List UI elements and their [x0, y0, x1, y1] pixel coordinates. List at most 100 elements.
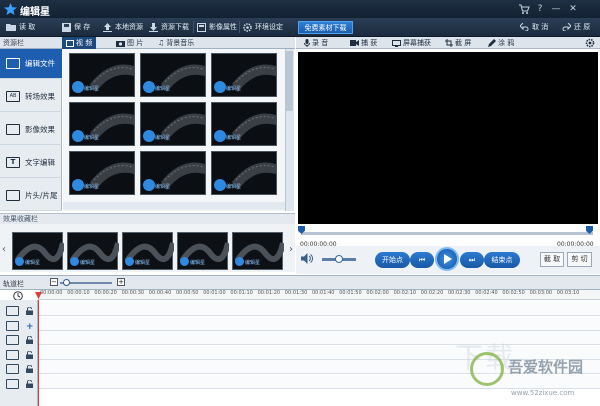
skip-back-icon: ⏮: [418, 256, 426, 264]
effect-thumbnail[interactable]: 编辑星: [177, 232, 229, 270]
minimize-icon[interactable]: —: [550, 3, 562, 15]
sidebar-item-text[interactable]: T 文字编辑: [0, 148, 62, 178]
video-icon: [66, 39, 74, 47]
crop-icon: [445, 39, 453, 47]
video-thumbnail[interactable]: 编辑星: [211, 102, 277, 146]
play-button[interactable]: [435, 247, 459, 271]
image-effect-icon: [6, 124, 20, 135]
video-thumbnail[interactable]: 编辑星: [211, 53, 277, 97]
video-preview[interactable]: [298, 52, 598, 224]
gear-icon: [243, 22, 252, 32]
properties-icon: [197, 22, 206, 32]
ruler-tick-label: 00:02:50: [502, 290, 525, 296]
camera-icon: [116, 40, 125, 47]
sidebar-item-effects[interactable]: 影像效果: [0, 115, 62, 145]
scrollbar-thumb[interactable]: [286, 51, 293, 111]
clip-button[interactable]: 剪 切: [567, 252, 592, 267]
redo-button[interactable]: 还 原: [562, 20, 590, 34]
sidebar-item-transition[interactable]: AB 转场效果: [0, 82, 62, 112]
zoom-in-button[interactable]: +: [117, 278, 125, 286]
ruler-tick-label: 00:02:30: [448, 290, 471, 296]
save-button[interactable]: 保 存: [62, 20, 90, 34]
ruler-tick-label: 00:02:00: [366, 290, 389, 296]
video-thumbnail[interactable]: 编辑星: [140, 102, 206, 146]
sidebar-item-edit-file[interactable]: 编辑文件: [0, 49, 62, 79]
effect-icon: [6, 349, 19, 360]
screen-capture-button[interactable]: 屏幕捕获: [392, 37, 431, 49]
next-frame-button[interactable]: ⏭: [460, 252, 484, 268]
tab-music[interactable]: ♫ 背景音乐: [154, 37, 198, 49]
settings-small-icon[interactable]: [585, 38, 595, 48]
effect-thumbnail[interactable]: 编辑星: [232, 232, 284, 270]
local-resource-button[interactable]: 本地资源: [103, 20, 143, 34]
transition-track[interactable]: [38, 331, 600, 345]
close-icon[interactable]: ✕: [567, 3, 579, 15]
text-icon: T: [6, 157, 20, 168]
lock-icon[interactable]: [26, 336, 33, 344]
ruler-tick-label: 00:00:10: [67, 290, 90, 296]
download-icon: [149, 22, 158, 32]
video-thumbnail[interactable]: 编辑星: [211, 151, 277, 195]
tab-image[interactable]: 图 片: [112, 37, 147, 49]
capture-button[interactable]: 捕 获: [350, 37, 377, 49]
start-point-button[interactable]: 开始点: [375, 252, 410, 268]
lock-icon[interactable]: [26, 307, 33, 315]
video-thumbnail[interactable]: 编辑星: [69, 151, 135, 195]
video-thumbnail[interactable]: 编辑星: [140, 53, 206, 97]
lock-icon[interactable]: [26, 350, 33, 359]
video-thumbnail[interactable]: 编辑星: [140, 151, 206, 195]
effect-thumbnail[interactable]: 编辑星: [12, 232, 64, 270]
previous-frame-button[interactable]: ⏮: [410, 252, 434, 268]
ab-icon: AB: [6, 91, 20, 102]
tab-video[interactable]: 视 频: [62, 37, 97, 49]
volume-icon[interactable]: [301, 253, 313, 264]
settings-button[interactable]: 环境设定: [243, 20, 283, 34]
playhead[interactable]: [38, 300, 39, 406]
help-icon[interactable]: ?: [534, 3, 546, 15]
image-icon: [6, 320, 19, 331]
screenshot-button[interactable]: 截 屏: [445, 37, 471, 49]
seek-bar[interactable]: [301, 232, 593, 235]
volume-knob[interactable]: [335, 255, 343, 263]
resource-download-button[interactable]: 资源下载: [149, 20, 189, 34]
record-audio-button[interactable]: 录 音: [304, 37, 328, 49]
cart-icon[interactable]: [518, 3, 530, 15]
resource-title: 资源栏: [3, 39, 24, 47]
scroll-left-icon[interactable]: ‹: [2, 244, 6, 255]
logo-icon: [72, 81, 84, 93]
ruler-tick-label: 00:02:10: [393, 290, 417, 296]
image-properties-button[interactable]: 影像属性: [197, 20, 237, 34]
video-thumbnail[interactable]: 编辑星: [69, 53, 135, 97]
lock-icon[interactable]: [26, 379, 33, 388]
effect-thumbnail[interactable]: 编辑星: [122, 232, 174, 270]
logo-icon: [70, 257, 79, 266]
effect-thumbnail[interactable]: 编辑星: [67, 232, 119, 270]
open-button[interactable]: 读 取: [6, 20, 35, 34]
text-icon: [6, 364, 19, 374]
logo-icon: [15, 257, 24, 266]
zoom-out-button[interactable]: −: [50, 278, 58, 286]
overlay-track[interactable]: [38, 316, 600, 331]
ab-icon: [6, 335, 19, 345]
video-thumbnail[interactable]: 编辑星: [69, 102, 135, 146]
microphone-icon: [304, 39, 310, 47]
free-material-download-button[interactable]: 免费素材下载: [298, 21, 353, 34]
logo-icon: [125, 257, 134, 266]
video-track[interactable]: [38, 302, 600, 316]
end-point-button[interactable]: 结束点: [484, 252, 520, 268]
undo-button[interactable]: 取 消: [520, 20, 548, 34]
horizontal-scrollbar[interactable]: [63, 202, 285, 210]
zoom-knob[interactable]: [63, 279, 70, 286]
logo-icon: [143, 179, 155, 191]
doodle-button[interactable]: 涂 鸦: [488, 37, 514, 49]
ruler-tick-label: 00:01:00: [203, 290, 226, 296]
star-logo-icon: [4, 3, 17, 15]
add-icon[interactable]: +: [26, 322, 34, 332]
lock-icon[interactable]: [26, 365, 33, 373]
cut-button[interactable]: 截 取: [540, 252, 564, 267]
upload-icon: [103, 22, 112, 32]
sidebar-item-intro-outro[interactable]: 片头/片尾: [0, 181, 62, 211]
scroll-right-icon[interactable]: ›: [289, 244, 293, 255]
camcorder-icon: [350, 40, 359, 46]
ruler-tick-label: 00:02:40: [475, 290, 498, 296]
